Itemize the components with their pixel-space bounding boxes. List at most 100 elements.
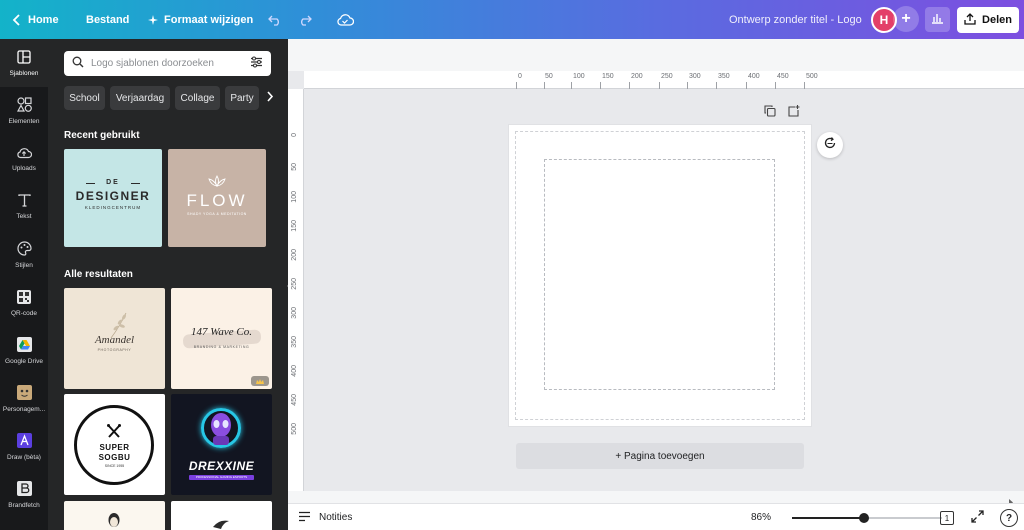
logo-text-subtitle: PROFESSIONAL GAMING ESPORTS (195, 475, 248, 479)
share-button[interactable]: Delen (957, 7, 1019, 33)
file-menu-button[interactable]: Bestand (86, 0, 129, 39)
ruler-label: 100 (573, 73, 585, 80)
zoom-percentage[interactable]: 86% (751, 504, 771, 530)
redo-button[interactable] (298, 0, 312, 39)
vertical-ruler: 0 50 100 150 200 250 300 350 400 450 500 (288, 89, 304, 499)
result-template-drexxine[interactable]: DREXXINE PROFESSIONAL GAMING ESPORTS (171, 394, 272, 495)
logo-text-de: DE (106, 179, 120, 186)
rail-item-templates[interactable]: Sjablonen (0, 39, 48, 87)
file-label: Bestand (86, 13, 130, 26)
search-icon (72, 55, 84, 73)
page-margin-guide (544, 159, 775, 390)
portrait-illustration-icon (106, 511, 122, 530)
chips-next-button[interactable] (259, 86, 281, 110)
ruler-tick (544, 82, 545, 89)
undo-button[interactable] (268, 0, 282, 39)
help-button[interactable]: ? (1000, 509, 1018, 527)
filter-icon[interactable] (250, 55, 263, 73)
search-input[interactable] (91, 58, 231, 69)
rail-label: Google Drive (5, 358, 43, 365)
ruler-label: 250 (291, 278, 298, 290)
add-page-button[interactable]: + Pagina toevoegen (516, 443, 804, 469)
elements-icon (16, 97, 32, 114)
rail-label: QR-code (10, 309, 37, 317)
zoom-slider-fill (792, 517, 864, 519)
ruler-label: 300 (689, 73, 701, 80)
palette-icon (16, 241, 32, 258)
draw-icon (16, 433, 32, 450)
resize-button[interactable]: Formaat wijzigen (148, 0, 253, 39)
notes-button[interactable]: Notities (298, 504, 352, 530)
chip-party[interactable]: Party (225, 86, 259, 110)
ruler-label: 0 (518, 73, 522, 80)
rail-label: Brandfetch (8, 502, 40, 509)
share-label: Delen (982, 14, 1012, 26)
design-title[interactable]: Ontwerp zonder titel - Logo (729, 0, 862, 39)
rail-item-brandfetch[interactable]: Brandfetch (0, 471, 48, 519)
invite-button[interactable]: + (893, 6, 919, 32)
recent-template-designer[interactable]: DE DESIGNER KLEDINGCENTRUM (64, 149, 162, 247)
add-page-top-button[interactable] (787, 105, 801, 120)
result-template-amandel[interactable]: Amandel PHOTOGRAPHY (64, 288, 165, 389)
horizontal-ruler: 0 50 100 150 200 250 300 350 400 450 500 (304, 71, 1024, 89)
ruler-label: 500 (806, 73, 818, 80)
rail-item-draw[interactable]: Draw (bèta) (0, 423, 48, 471)
rail-label: Draw (bèta) (7, 454, 41, 461)
rail-item-styles[interactable]: Stijlen (0, 231, 48, 279)
rail-item-qr-code[interactable]: QR-code (0, 279, 48, 327)
ruler-tick (600, 82, 601, 89)
fork-spoon-icon (106, 424, 122, 443)
fullscreen-button[interactable] (969, 510, 985, 526)
result-template-super-sogbu[interactable]: SUPER SOGBU SINCE 1955 (64, 394, 165, 495)
ruler-label: 450 (291, 394, 298, 406)
design-page[interactable] (509, 125, 811, 426)
home-button[interactable]: Home (12, 0, 59, 39)
chip-school[interactable]: School (64, 86, 105, 110)
page-count-button[interactable]: 1 (940, 511, 954, 525)
result-template-wave-co[interactable]: 147 Wave Co. BRANDING & MARKETING (171, 288, 272, 389)
share-upload-icon (964, 12, 976, 28)
refresh-comment-icon (823, 136, 837, 155)
chip-birthday[interactable]: Verjaardag (110, 86, 170, 110)
cloud-save-status[interactable] (336, 0, 354, 39)
ruler-label: 350 (291, 336, 298, 348)
context-toolbar (288, 39, 1024, 71)
recent-template-flow[interactable]: FLOW SHADY YOGA & MEDITATION (168, 149, 266, 247)
result-template-bird[interactable] (171, 501, 272, 530)
logo-text-subtitle: BRANDING & MARKETING (193, 345, 250, 349)
duplicate-page-button[interactable] (763, 105, 777, 120)
alien-mascot-icon (207, 412, 235, 451)
rail-label: Uploads (12, 165, 36, 172)
recent-section-title: Recent gebruikt (64, 130, 140, 141)
insights-button[interactable] (925, 7, 950, 32)
rail-item-characters[interactable]: Personagem... (0, 375, 48, 423)
chip-collage[interactable]: Collage (175, 86, 220, 110)
horizontal-scrollbar-track[interactable] (288, 491, 1024, 506)
resize-label: Formaat wijzigen (164, 13, 254, 26)
rail-item-text[interactable]: Tekst (0, 183, 48, 231)
result-template-portrait[interactable] (64, 501, 165, 530)
lotus-icon (207, 174, 227, 192)
premium-badge (251, 376, 269, 386)
ruler-tick (571, 82, 572, 89)
upload-cloud-icon (16, 146, 33, 161)
bird-illustration-icon (211, 517, 231, 530)
rail-label: Elementen (8, 118, 40, 125)
rail-item-google-drive[interactable]: Google Drive (0, 327, 48, 375)
character-icon (16, 385, 32, 402)
rail-item-elements[interactable]: Elementen (0, 87, 48, 135)
chevron-left-icon (12, 13, 22, 26)
design-title-text: Ontwerp zonder titel - Logo (729, 13, 862, 26)
sparkle-icon (148, 14, 158, 25)
zoom-slider[interactable] (792, 513, 942, 523)
brandfetch-icon (16, 481, 32, 498)
zoom-slider-thumb[interactable] (859, 513, 869, 523)
ruler-label: 300 (291, 307, 298, 319)
rail-item-uploads[interactable]: Uploads (0, 135, 48, 183)
magic-refresh-button[interactable] (817, 132, 843, 158)
chevron-right-icon (266, 89, 274, 107)
rail-label: Personagem... (2, 406, 46, 413)
ruler-tick (775, 82, 776, 89)
side-rail: Sjablonen Elementen Uploads Tekst Stijle… (0, 39, 48, 530)
templates-icon (17, 49, 31, 66)
